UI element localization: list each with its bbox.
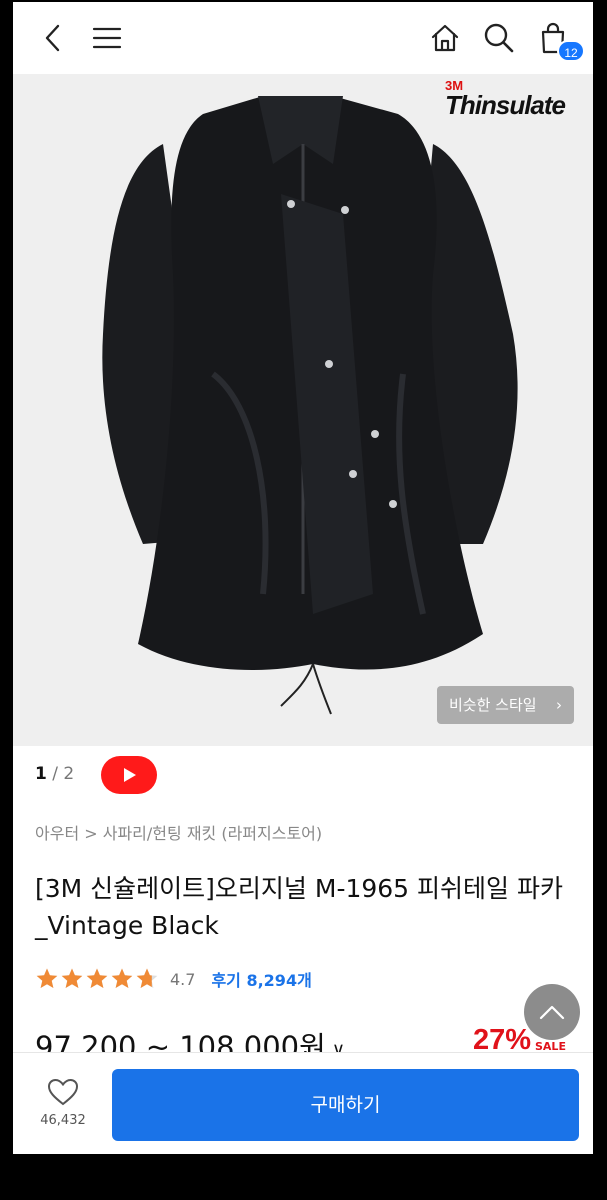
- product-image[interactable]: 3M Thinsulate 비슷한 스타일 ›: [13, 74, 593, 746]
- star-icon: [111, 968, 133, 988]
- image-pager: 1 / 2: [35, 764, 74, 784]
- rating-stars: [35, 967, 160, 991]
- category-breadcrumb[interactable]: 아우터 > 사파리/헌팅 재킷 (라퍼지스토어): [35, 820, 322, 844]
- back-icon[interactable]: [35, 20, 71, 56]
- buy-button[interactable]: 구매하기: [112, 1069, 579, 1141]
- rating-score: 4.7: [170, 969, 196, 989]
- star-icon: [136, 968, 158, 988]
- star-icon: [36, 968, 58, 988]
- total-pages: / 2: [52, 764, 75, 784]
- heart-icon: [47, 1078, 79, 1106]
- brand-logo: 3M Thinsulate: [444, 78, 566, 120]
- brand-name: Thinsulate: [444, 90, 566, 120]
- hamburger-menu-icon[interactable]: [89, 20, 125, 56]
- like-button[interactable]: 46,432: [31, 1077, 95, 1128]
- product-title-line1: [3M 신슐레이트]오리지널 M-1965 피쉬테일 파카: [35, 874, 563, 903]
- top-navigation-bar: 12: [13, 2, 593, 74]
- parka-illustration: [102, 96, 518, 715]
- star-icon: [86, 968, 108, 988]
- similar-style-label: 비슷한 스타일: [449, 696, 537, 714]
- home-icon[interactable]: [427, 20, 463, 56]
- like-count: 46,432: [40, 1113, 86, 1128]
- chevron-up-icon: [539, 1005, 565, 1020]
- reviews-link[interactable]: 후기 8,294개: [211, 967, 311, 991]
- product-title-line2: _Vintage Black: [35, 911, 219, 940]
- scroll-to-top-button[interactable]: [524, 984, 580, 1040]
- app-screen: 12 3M Thinsulate 비슷한 스타일 › 1 / 2 아우터 > 사…: [13, 2, 593, 1154]
- bottom-action-bar: 46,432 구매하기: [13, 1052, 593, 1154]
- rating-row: 4.7 후기 8,294개: [35, 966, 312, 992]
- product-title: [3M 신슐레이트]오리지널 M-1965 피쉬테일 파카 _Vintage B…: [35, 870, 580, 944]
- cart-count-badge: 12: [557, 40, 585, 62]
- play-icon: [124, 768, 136, 782]
- chevron-right-icon: ›: [556, 696, 562, 714]
- star-icon: [61, 968, 83, 988]
- similar-style-button[interactable]: 비슷한 스타일 ›: [437, 686, 574, 724]
- shopping-bag-icon[interactable]: 12: [535, 20, 585, 62]
- youtube-play-button[interactable]: [101, 756, 157, 794]
- current-page: 1: [35, 764, 47, 784]
- search-icon[interactable]: [481, 20, 517, 56]
